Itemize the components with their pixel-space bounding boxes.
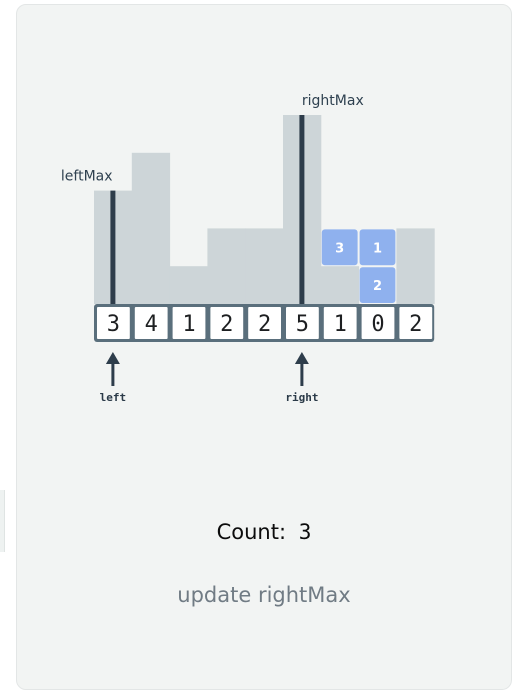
count-display: Count: 3 <box>16 520 512 544</box>
right-pointer-label: right <box>285 391 318 404</box>
elevation-bar <box>169 266 208 304</box>
elevation-bar <box>320 266 360 304</box>
array-cell-value: 0 <box>371 312 384 337</box>
array-cells: 341225102 <box>94 304 435 342</box>
right-max-line <box>299 115 305 306</box>
elevation-bar <box>207 228 246 304</box>
array-cell-value: 1 <box>334 312 347 337</box>
array-cell-value: 3 <box>107 312 120 337</box>
water-block-label: 2 <box>373 279 382 294</box>
pointers: left right <box>100 352 318 404</box>
water-block-label: 3 <box>335 241 344 256</box>
arrow-up-icon <box>294 352 309 364</box>
array-cell-value: 1 <box>182 312 195 337</box>
left-pointer-arrow <box>105 352 120 386</box>
water-block-label: 1 <box>373 241 382 256</box>
step-status: update rightMax <box>177 583 351 607</box>
count-label: Count: <box>216 520 287 544</box>
arrow-up-icon <box>105 352 120 364</box>
right-pointer-arrow-shaft <box>300 362 304 386</box>
right-pointer-arrow <box>294 352 309 386</box>
left-max-label: leftMax <box>61 169 113 185</box>
array-cell-value: 5 <box>296 312 309 337</box>
array-cell-value: 2 <box>409 312 422 337</box>
array-cell-value: 2 <box>220 312 233 337</box>
elevation-bar <box>131 152 171 304</box>
left-max-line <box>110 190 116 306</box>
array-cell-value: 2 <box>258 312 271 337</box>
left-pointer-arrow-shaft <box>111 362 115 386</box>
left-pointer-label: left <box>100 391 127 404</box>
count-value: 3 <box>298 520 312 544</box>
array-cell-value: 4 <box>145 312 158 337</box>
right-max-label: rightMax <box>302 93 364 109</box>
elevation-bar <box>245 228 284 304</box>
elevation-bar <box>396 228 435 304</box>
